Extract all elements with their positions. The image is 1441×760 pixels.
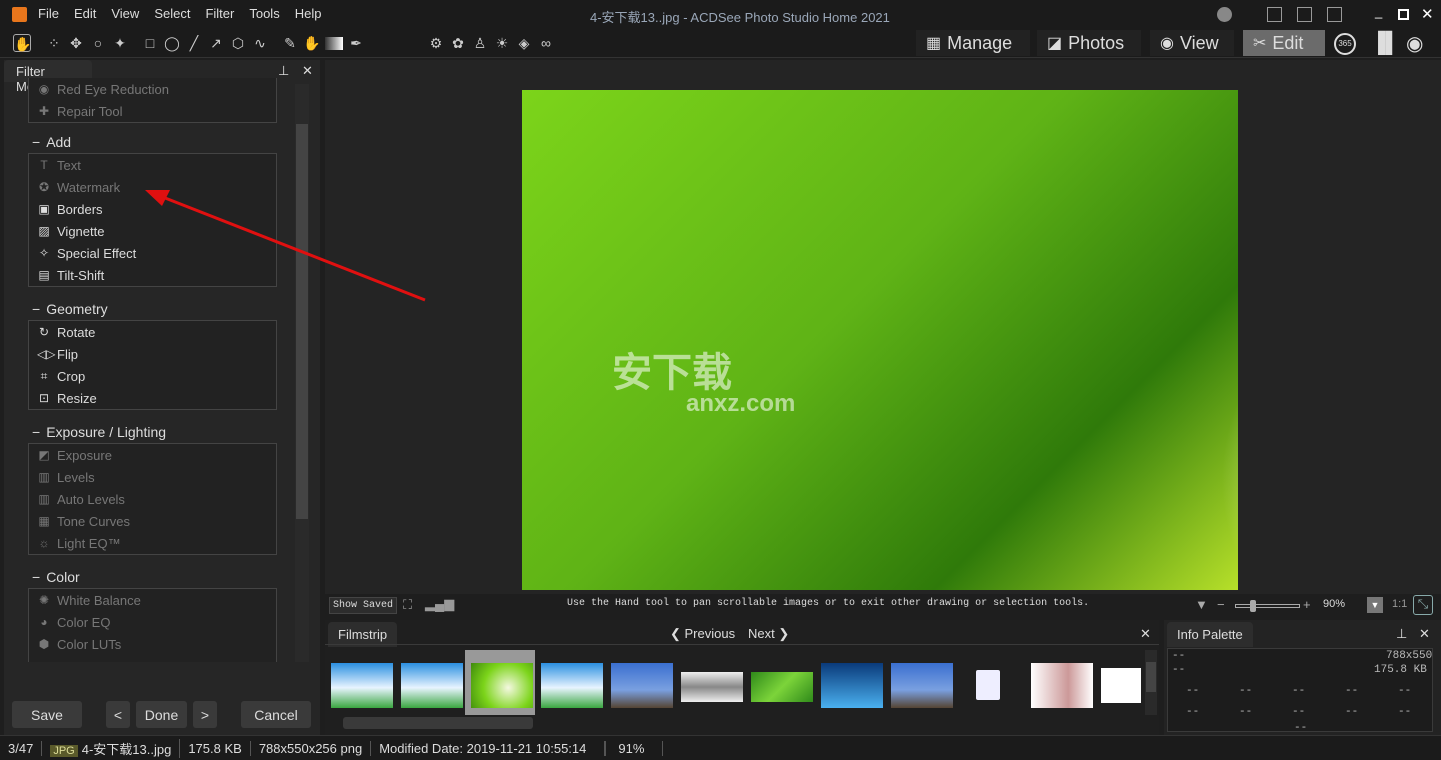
info-cell: -- bbox=[1186, 706, 1200, 718]
chevron-right-icon: ❯ bbox=[774, 626, 790, 641]
status-modified: Modified Date: 2019-11-21 10:55:14 bbox=[371, 740, 606, 756]
thumbnail[interactable] bbox=[611, 663, 673, 708]
jpg-file-icon[interactable] bbox=[976, 670, 1000, 700]
thumbnail[interactable] bbox=[891, 663, 953, 708]
info-cell: -- bbox=[1345, 706, 1359, 718]
viewer-status: Show Saved ⛶ ▂▄▆ Use the Hand tool to pa… bbox=[325, 594, 1441, 618]
file-type-badge: JPG bbox=[50, 744, 78, 757]
status-index: 3/47 bbox=[0, 740, 43, 756]
info-cell: -- bbox=[1292, 685, 1306, 697]
zoom-select-button[interactable]: ▼ bbox=[1367, 597, 1383, 613]
thumbnail[interactable] bbox=[821, 663, 883, 708]
info-palette: Info Palette ⊥ ✕ -- -- 788x550 175.8 KB … bbox=[1164, 620, 1441, 735]
info-close-icon[interactable]: ✕ bbox=[1419, 626, 1430, 642]
thumbnail[interactable] bbox=[1101, 668, 1141, 703]
thumbnail[interactable] bbox=[1031, 663, 1093, 708]
status-bar: 3/47 JPG 4-安下载13..jpg 175.8 KB 788x550x25… bbox=[0, 735, 1441, 760]
info-value: -- bbox=[1172, 650, 1186, 662]
fit-icon[interactable]: ⤡ bbox=[1413, 595, 1433, 615]
zoom-dropdown-icon[interactable]: ▼ bbox=[1195, 597, 1208, 612]
thumbnail[interactable] bbox=[541, 663, 603, 708]
info-cell: -- bbox=[1398, 685, 1412, 697]
zoom-in-button[interactable]: + bbox=[1303, 597, 1311, 612]
info-value: -- bbox=[1172, 664, 1186, 676]
fullscreen-icon[interactable]: ⛶ bbox=[403, 597, 412, 613]
zoom-level[interactable]: 90% bbox=[1323, 598, 1345, 610]
filmstrip-scrollbar[interactable] bbox=[343, 717, 533, 729]
info-cell: -- bbox=[1239, 685, 1253, 697]
thumbnail-selected[interactable] bbox=[471, 663, 533, 708]
thumbnail[interactable] bbox=[751, 672, 813, 702]
info-filesize: 175.8 KB bbox=[1374, 664, 1427, 676]
filmstrip-close-icon[interactable]: ✕ bbox=[1140, 626, 1151, 642]
filmstrip-vscroll[interactable] bbox=[1145, 650, 1157, 715]
info-cell: -- bbox=[1186, 685, 1200, 697]
actual-size-button[interactable]: 1:1 bbox=[1392, 598, 1407, 610]
next-label: Next bbox=[748, 626, 775, 641]
next-button[interactable]: Next ❯ bbox=[748, 626, 789, 642]
status-file: JPG 4-安下载13..jpg bbox=[42, 738, 181, 758]
chevron-left-icon: ❮ bbox=[670, 626, 685, 641]
info-cell: -- bbox=[1292, 706, 1306, 718]
info-dimensions: 788x550 bbox=[1386, 650, 1433, 662]
thumbnail[interactable] bbox=[401, 663, 463, 708]
status-filename: 4-安下载13..jpg bbox=[81, 741, 172, 757]
status-dims: 788x550x256 png bbox=[251, 740, 372, 756]
pin-icon[interactable]: ⊥ bbox=[1396, 626, 1407, 642]
thumbnail[interactable] bbox=[681, 672, 743, 702]
status-zoom: 91% bbox=[605, 740, 664, 756]
info-palette-tab[interactable]: Info Palette bbox=[1167, 622, 1253, 647]
info-cell: -- bbox=[1239, 706, 1253, 718]
previous-button[interactable]: ❮ Previous bbox=[670, 626, 735, 642]
zoom-slider[interactable] bbox=[1235, 600, 1300, 612]
histogram-icon[interactable]: ▂▄▆ bbox=[425, 596, 454, 612]
hint-text: Use the Hand tool to pan scrollable imag… bbox=[567, 598, 1090, 609]
status-size: 175.8 KB bbox=[180, 740, 251, 756]
show-saved-button[interactable]: Show Saved bbox=[329, 597, 398, 614]
info-cell: -- bbox=[1294, 722, 1308, 734]
thumbnail[interactable] bbox=[331, 663, 393, 708]
info-cell: -- bbox=[1398, 706, 1412, 718]
info-cell: -- bbox=[1345, 685, 1359, 697]
zoom-out-button[interactable]: − bbox=[1217, 597, 1225, 612]
previous-label: Previous bbox=[684, 626, 736, 641]
